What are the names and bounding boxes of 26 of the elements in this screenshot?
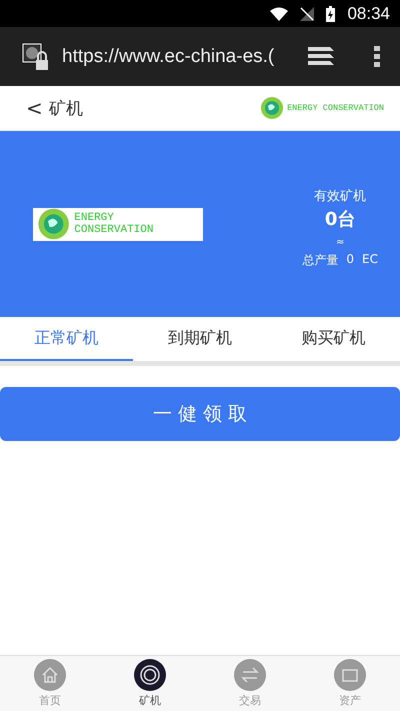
stat-label: 有效矿机 — [314, 188, 366, 205]
page-title: 矿机 — [48, 98, 84, 120]
house-icon[interactable] — [34, 659, 66, 691]
tabs-stack-icon[interactable] — [308, 46, 334, 66]
total-unit: EC — [362, 252, 378, 268]
claim-button[interactable]: 一 健 领 取 — [0, 387, 400, 441]
logo-text: ENERGY CONSERVATION — [287, 103, 384, 113]
ring-icon[interactable] — [134, 659, 166, 691]
wallet-icon[interactable] — [334, 659, 366, 691]
overflow-menu-icon[interactable] — [374, 46, 380, 68]
no-signal-icon — [300, 6, 314, 20]
approx-sign: ≈ — [336, 237, 344, 248]
logo-text: ENERGY CONSERVATION — [74, 212, 154, 236]
clock: 08:34 — [347, 4, 390, 24]
battery-charging-icon — [326, 6, 336, 22]
total-value: 0 — [346, 252, 354, 268]
globe-logo-icon — [37, 207, 70, 241]
back-button[interactable]: < — [26, 96, 43, 120]
miner-count: 0台 — [324, 208, 356, 231]
globe-logo-icon — [260, 96, 284, 120]
tab[interactable]: 购买矿机 — [266, 317, 400, 361]
total-label: 总产量 — [302, 252, 338, 269]
tab[interactable]: 到期矿机 — [133, 317, 267, 361]
swap-icon[interactable] — [234, 659, 266, 691]
wifi-icon — [270, 6, 288, 20]
nav-label[interactable]: 矿机 — [139, 693, 161, 708]
